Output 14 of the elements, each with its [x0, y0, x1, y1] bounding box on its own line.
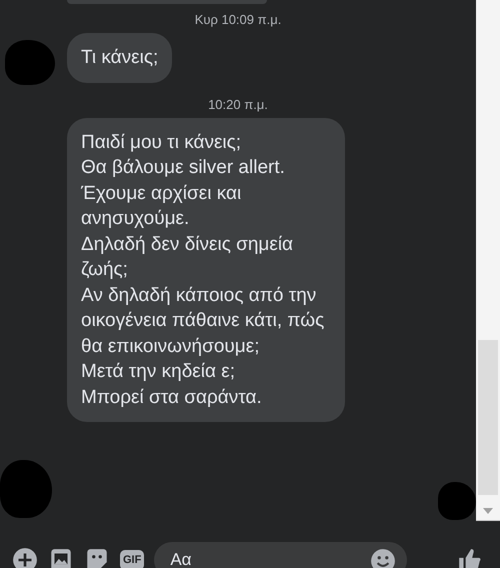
plus-icon[interactable]: [12, 547, 38, 568]
gif-button[interactable]: GIF: [120, 550, 144, 568]
message-bubble: Τι κάνεις;: [67, 33, 172, 82]
smiley-icon[interactable]: [370, 548, 396, 568]
redaction-mark: [5, 40, 55, 85]
thumbs-up-icon[interactable]: [457, 547, 484, 568]
scrollbar[interactable]: [476, 0, 500, 521]
timestamp: 10:20 π.μ.: [207, 96, 269, 112]
message-field[interactable]: Αα: [154, 542, 408, 568]
message-bubble: Παιδί μου τι κάνεις; Θα βάλουμε silver allert. Έχουμε αρχίσει και ανησυχούμε. Δηλαδή δεν δίνεις σημεία ζωής; Αν δηλαδή κάποιος από την οικογένεια πάθαινε κάτι, πώς θα επικοινωνήσουμε; Μετά την κηδεία ε; Μπορεί στα σαράντα.: [67, 118, 345, 422]
redaction-mark: [0, 460, 52, 518]
timestamp: Κυρ 10:09 π.μ.: [194, 12, 282, 27]
scrollbar-thumb[interactable]: [478, 340, 498, 495]
redaction-mark: [438, 482, 476, 520]
